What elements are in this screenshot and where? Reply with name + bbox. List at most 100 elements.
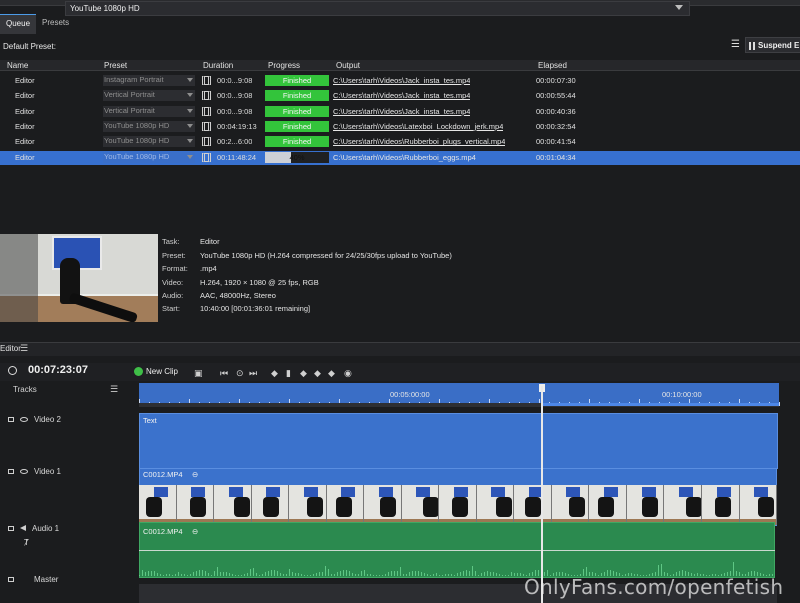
speaker-icon[interactable]: [20, 525, 26, 531]
lock-icon[interactable]: [8, 577, 14, 582]
tracks-label: Tracks: [13, 385, 37, 394]
waveform-bar: [145, 571, 146, 576]
editor-title[interactable]: Editor: [0, 344, 21, 353]
col-elapsed[interactable]: Elapsed: [538, 61, 567, 70]
text-clip-label: Text: [143, 416, 157, 425]
keyframe-icon[interactable]: ◆: [271, 368, 278, 379]
row-output-link[interactable]: C:\Users\tarh\Videos\Rubberboi_eggs.mp4: [333, 153, 476, 162]
row-output-link[interactable]: C:\Users\tarh\Videos\Jack_insta_tes.mp4: [333, 76, 470, 85]
row-preset-select[interactable]: Vertical Portrait: [103, 90, 195, 102]
row-output-link[interactable]: C:\Users\tarh\Videos\Jack_insta_tes.mp4: [333, 91, 470, 100]
row-output-link[interactable]: C:\Users\tarh\Videos\Jack_insta_tes.mp4: [333, 107, 470, 116]
waveform-bar: [457, 573, 458, 576]
waveform-bar: [244, 574, 245, 576]
queue-row[interactable]: Editor Instagram Portrait 00:0...9:08 Finis…: [0, 74, 800, 88]
video-frame: [289, 485, 327, 525]
waveform-bar: [331, 574, 332, 576]
track-audio-1: Audio 1: [0, 524, 137, 533]
waveform-bar: [193, 572, 194, 576]
lock-icon[interactable]: [8, 417, 14, 422]
waveform-bar: [232, 574, 233, 576]
row-duration: 00:0...9:08: [217, 91, 253, 101]
eye-icon[interactable]: [20, 417, 28, 422]
row-progress-label: Finished: [282, 121, 312, 131]
video-frame: [364, 485, 402, 525]
editor-menu-icon[interactable]: ☰: [20, 343, 28, 354]
waveform-bar: [448, 573, 449, 576]
col-duration[interactable]: Duration: [203, 61, 233, 70]
tab-queue[interactable]: Queue: [0, 14, 37, 34]
playhead[interactable]: [541, 386, 543, 603]
prev-keyframe-icon[interactable]: ⏮: [220, 368, 228, 379]
diamond-icon[interactable]: ◆: [314, 368, 321, 379]
row-name: Editor: [15, 121, 35, 131]
waveform-bar: [157, 572, 158, 576]
clip-icon[interactable]: ▣: [194, 368, 203, 379]
waveform-bar: [190, 573, 191, 576]
col-output[interactable]: Output: [336, 61, 360, 70]
diamond-icon[interactable]: ◆: [300, 368, 307, 379]
col-name[interactable]: Name: [7, 61, 28, 70]
waveform-bar: [142, 569, 143, 576]
next-keyframe-icon[interactable]: ⏭: [249, 368, 257, 379]
row-progress-bar: 40%: [265, 151, 329, 163]
video-frame: [626, 485, 665, 525]
waveform-bar: [250, 568, 251, 576]
queue-row[interactable]: Editor YouTube 1080p HD 00:04:19:13 Finishe…: [0, 120, 800, 134]
hamburger-menu-icon[interactable]: ☰: [731, 39, 741, 51]
waveform-bar: [286, 573, 287, 576]
waveform-bar: [205, 571, 206, 576]
waveform-bar: [490, 571, 491, 576]
diamond-icon[interactable]: ◆: [328, 368, 335, 379]
queue-row[interactable]: Editor YouTube 1080p HD 00:11:48:24 40% C:\U…: [0, 150, 800, 165]
timecode[interactable]: 00:07:23:07: [28, 364, 88, 376]
row-progress-bar: Finished: [265, 90, 329, 102]
film-icon: [202, 76, 211, 85]
track-video-1: Video 1: [0, 467, 137, 476]
new-clip-button[interactable]: New Clip: [134, 367, 178, 376]
tab-presets[interactable]: Presets: [36, 14, 75, 34]
waveform-bar: [223, 571, 224, 576]
row-preset-select[interactable]: YouTube 1080p HD: [103, 120, 195, 132]
default-preset-select[interactable]: YouTube 1080p HD: [65, 1, 690, 16]
stop-icon[interactable]: ⊙: [236, 368, 244, 379]
waveform-bar: [475, 570, 476, 576]
marker-icon[interactable]: ◉: [344, 368, 352, 379]
split-icon[interactable]: ▮: [286, 368, 291, 379]
waveform-bar: [304, 574, 305, 576]
text-clip[interactable]: [139, 413, 778, 469]
waveform-bar: [337, 572, 338, 576]
waveform-bar: [226, 572, 227, 576]
col-progress[interactable]: Progress: [268, 61, 300, 70]
pause-icon: [749, 42, 755, 50]
suspend-button[interactable]: Suspend E: [745, 37, 800, 53]
queue-row[interactable]: Editor YouTube 1080p HD 00:2...6:00 Finishe…: [0, 135, 800, 149]
row-preset-select[interactable]: YouTube 1080p HD: [103, 151, 195, 163]
waveform-bar: [295, 572, 296, 576]
queue-row[interactable]: Editor Vertical Portrait 00:0...9:08 Finish…: [0, 89, 800, 103]
row-preset-select[interactable]: Vertical Portrait: [103, 105, 195, 117]
waveform-bar: [478, 574, 479, 576]
audio-fx-icon[interactable]: Ⱦ: [24, 538, 36, 547]
waveform-bar: [412, 571, 413, 576]
film-icon: [202, 121, 211, 131]
row-preset-select[interactable]: Instagram Portrait: [103, 75, 195, 86]
default-preset-label: Default Preset:: [3, 41, 56, 51]
eye-icon[interactable]: [20, 469, 28, 474]
tracks-menu-icon[interactable]: ☰: [110, 384, 118, 395]
queue-row[interactable]: Editor Vertical Portrait 00:0...9:08 Finish…: [0, 105, 800, 119]
row-output-link[interactable]: C:\Users\tarh\Videos\Rubberboi_plugs_ver…: [333, 137, 505, 146]
waveform-bar: [520, 573, 521, 576]
lock-icon[interactable]: [8, 469, 14, 474]
row-preset-select[interactable]: YouTube 1080p HD: [103, 136, 195, 148]
audio-volume-line[interactable]: [139, 550, 775, 551]
queue-header: Name Preset Duration Progress Output Ela…: [0, 60, 800, 71]
task-label: Task:: [162, 237, 180, 246]
video-frame: [214, 485, 252, 525]
video-frame: [326, 485, 365, 525]
lock-icon[interactable]: [8, 526, 14, 531]
ruler-scrollbar[interactable]: [139, 403, 779, 407]
row-progress-bar: Finished: [265, 105, 329, 117]
col-preset[interactable]: Preset: [104, 61, 127, 70]
row-output-link[interactable]: C:\Users\tarh\Videos\Latexboi_Lockdown_j…: [333, 122, 503, 131]
